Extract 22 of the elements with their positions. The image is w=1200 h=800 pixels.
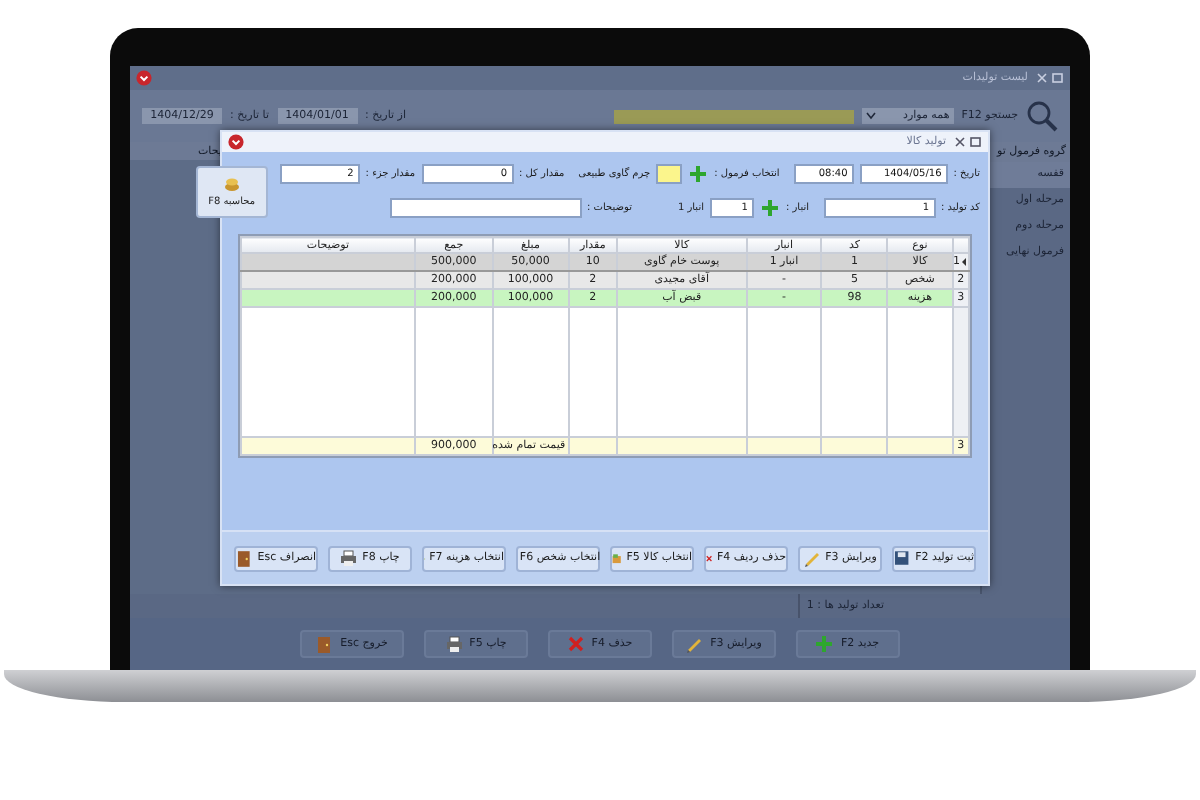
door-icon <box>316 635 335 653</box>
plus-icon <box>690 166 707 182</box>
plus-icon <box>761 200 778 216</box>
coins-icon <box>223 175 240 191</box>
delete-icon <box>567 635 586 653</box>
notes-field[interactable] <box>389 198 581 218</box>
add-button[interactable] <box>759 198 780 218</box>
search-field[interactable] <box>613 109 854 123</box>
add-button[interactable] <box>688 164 709 184</box>
door-icon <box>236 549 254 567</box>
save-icon <box>894 549 912 567</box>
printer-icon <box>340 549 359 567</box>
pencil-icon <box>803 549 822 567</box>
window-buttons-icon <box>954 136 982 148</box>
formula-field[interactable] <box>656 164 683 184</box>
search-icon <box>1026 100 1058 132</box>
pencil-icon <box>686 635 705 653</box>
window-buttons-icon <box>1036 72 1064 84</box>
row-header <box>952 237 969 253</box>
printer-icon <box>445 635 464 653</box>
plus-icon <box>816 635 835 653</box>
box-icon <box>612 549 623 567</box>
